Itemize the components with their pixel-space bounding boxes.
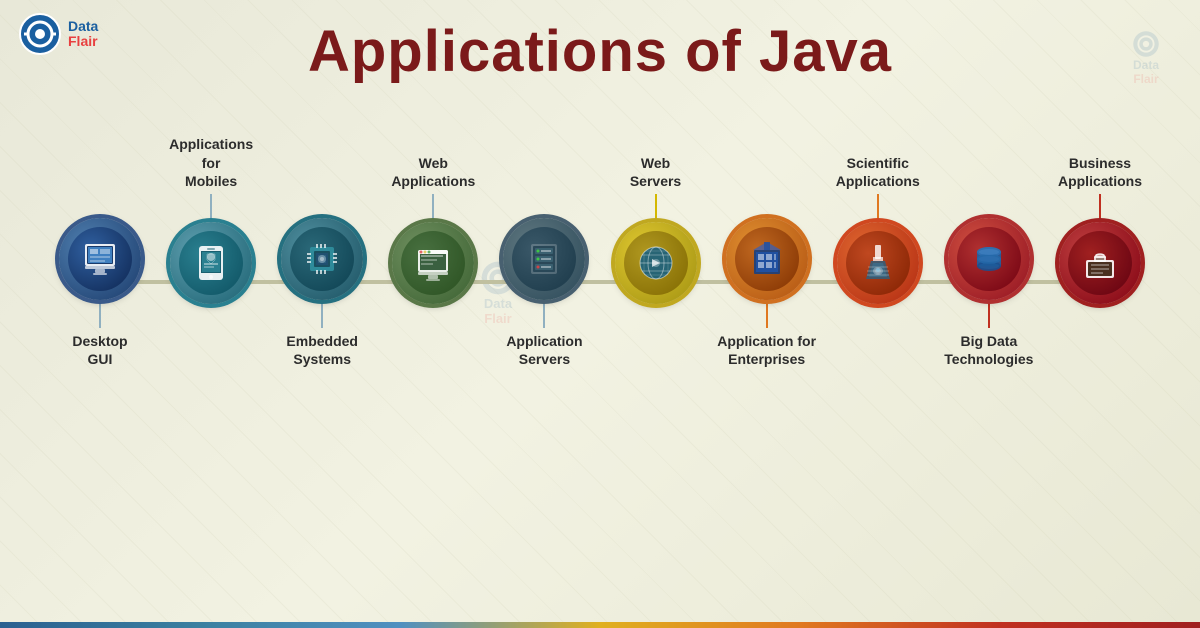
node-desktop-gui: DesktopGUI: [50, 130, 150, 382]
vline-below: [321, 300, 323, 328]
vline-above: [655, 194, 657, 222]
circle-web-apps: [392, 222, 474, 304]
circle-desktop-gui: [59, 218, 141, 300]
label-web-apps: WebApplications: [391, 130, 475, 190]
icon-scientific: [846, 231, 910, 295]
vline-above: [988, 190, 990, 218]
node-app-servers: ApplicationServers: [494, 130, 594, 382]
label-mobile-apps: Applications forMobiles: [161, 130, 261, 190]
circle-app-servers: [503, 218, 585, 300]
vline-above: [99, 190, 101, 218]
label-app-servers: ApplicationServers: [506, 332, 582, 382]
nodes-container: DesktopGUI Applications forMobiles: [30, 130, 1170, 500]
circle-mobile-apps: [170, 222, 252, 304]
vline-below: [766, 300, 768, 328]
icon-desktop-gui: [68, 227, 132, 291]
icon-business: [1068, 231, 1132, 295]
label-business: BusinessApplications: [1058, 130, 1142, 190]
logo-icon: [18, 12, 62, 56]
node-scientific: ScientificApplications: [828, 130, 928, 382]
label-embedded: EmbeddedSystems: [286, 332, 358, 382]
label-web-servers: WebServers: [630, 130, 681, 190]
node-embedded: EmbeddedSystems: [272, 130, 372, 382]
vline-above: [432, 194, 434, 222]
logo: Data Flair: [18, 12, 98, 56]
vline-below: [543, 300, 545, 328]
vline-below: [655, 304, 657, 332]
circle-web-servers: [615, 222, 697, 304]
label-desktop-gui: DesktopGUI: [72, 332, 127, 382]
circle-big-data: [948, 218, 1030, 300]
logo-text-data: Data: [68, 19, 98, 34]
icon-embedded: [290, 227, 354, 291]
logo-text-flair: Flair: [68, 34, 98, 49]
icon-mobile-apps: [179, 231, 243, 295]
label-scientific: ScientificApplications: [836, 130, 920, 190]
vline-above: [321, 190, 323, 218]
vline-above: [1099, 194, 1101, 222]
label-big-data: Big DataTechnologies: [944, 332, 1033, 382]
timeline-area: DesktopGUI Applications forMobiles: [30, 130, 1170, 500]
icon-web-servers: [624, 231, 688, 295]
node-big-data: Big DataTechnologies: [939, 130, 1039, 382]
vline-above: [210, 194, 212, 222]
node-web-apps: WebApplications: [383, 130, 483, 382]
icon-enterprises: [735, 227, 799, 291]
circle-business: [1059, 222, 1141, 304]
vline-above: [766, 190, 768, 218]
icon-big-data: [957, 227, 1021, 291]
vline-below: [988, 300, 990, 328]
circle-scientific: [837, 222, 919, 304]
node-web-servers: WebServers: [606, 130, 706, 382]
vline-below: [877, 304, 879, 332]
bottom-border: [0, 622, 1200, 628]
vline-above: [543, 190, 545, 218]
icon-app-servers: [512, 227, 576, 291]
vline-below: [1099, 304, 1101, 332]
main-title: Applications of Java: [0, 0, 1200, 85]
vline-below: [432, 304, 434, 332]
vline-below: [99, 300, 101, 328]
node-business: BusinessApplications: [1050, 130, 1150, 382]
node-mobile-apps: Applications forMobiles: [161, 130, 261, 382]
vline-above: [877, 194, 879, 222]
circle-enterprises: [726, 218, 808, 300]
vline-below: [210, 304, 212, 332]
node-enterprises: Application forEnterprises: [717, 130, 817, 382]
label-enterprises: Application forEnterprises: [717, 332, 816, 382]
content-area: Data Flair Data Flair Data Flair Applica…: [0, 0, 1200, 628]
circle-embedded: [281, 218, 363, 300]
watermark-top-right: Data Flair: [1132, 30, 1160, 86]
icon-web-apps: [401, 231, 465, 295]
